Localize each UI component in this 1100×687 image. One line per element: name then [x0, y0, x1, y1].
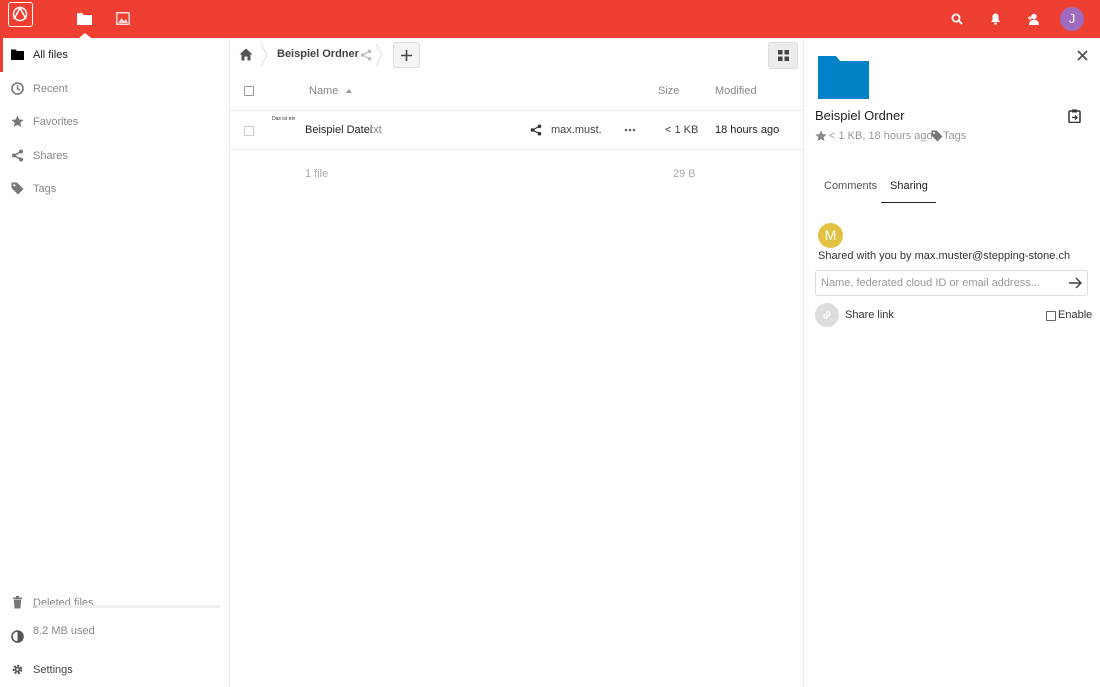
share-link-avatar	[815, 303, 839, 327]
file-thumbnail: Das ist ein	[272, 116, 296, 122]
summary-total-size: 29 B	[673, 168, 696, 180]
close-icon[interactable]	[1077, 50, 1088, 61]
top-header: J	[0, 0, 1100, 38]
active-tab-indicator	[881, 202, 936, 203]
enable-share-link-checkbox[interactable]	[1046, 311, 1056, 321]
quota-label: 8.2 MB used	[33, 625, 95, 637]
breadcrumb-separator-icon	[375, 43, 383, 67]
clipboard-icon[interactable]	[1068, 109, 1081, 123]
nav-shares-label: Shares	[33, 150, 68, 162]
nav-recent[interactable]: Recent	[0, 72, 229, 106]
nav-tags-label: Tags	[33, 183, 57, 195]
select-all-checkbox[interactable]	[244, 86, 254, 96]
column-header-size[interactable]: Size	[658, 85, 679, 97]
shared-with-you-text: Shared with you by max.muster@stepping-s…	[818, 250, 1071, 262]
trash-icon	[13, 596, 22, 609]
summary-file-count: 1 file	[305, 168, 329, 180]
share-icon	[12, 149, 23, 162]
folder-icon	[11, 49, 24, 60]
enable-label[interactable]: Enable	[1058, 309, 1092, 321]
shared-by-label[interactable]: max.must.	[551, 124, 602, 136]
details-title: Beispiel Ordner	[815, 108, 905, 123]
quota-info: 8.2 MB used	[0, 614, 229, 648]
folder-preview-icon	[818, 56, 869, 99]
column-header-modified[interactable]: Modified	[715, 85, 757, 97]
gallery-app-icon[interactable]	[116, 12, 130, 28]
new-file-button[interactable]	[393, 42, 420, 68]
bell-icon[interactable]	[990, 13, 1001, 28]
details-meta: < 1 KB, 18 hours ago	[829, 130, 933, 142]
search-icon[interactable]	[951, 13, 963, 28]
row-divider	[230, 149, 803, 150]
share-search-input[interactable]	[815, 270, 1088, 296]
clock-icon	[11, 82, 24, 95]
tab-comments[interactable]: Comments	[824, 180, 877, 192]
tag-icon[interactable]	[931, 130, 943, 142]
column-header-name[interactable]: Name	[309, 85, 338, 97]
nav-settings-label: Settings	[33, 664, 73, 676]
home-icon[interactable]	[239, 48, 253, 64]
quota-pie-icon	[11, 630, 24, 643]
logo-icon[interactable]	[8, 2, 33, 27]
tags-label[interactable]: Tags	[943, 130, 966, 142]
arrow-right-icon[interactable]	[1069, 277, 1082, 289]
gear-icon	[12, 664, 23, 675]
file-size: < 1 KB	[665, 124, 699, 136]
owner-avatar: M	[818, 223, 843, 248]
user-avatar[interactable]: J	[1060, 7, 1084, 31]
star-icon	[11, 115, 24, 127]
nav-shares[interactable]: Shares	[0, 139, 229, 173]
contacts-icon[interactable]	[1027, 13, 1040, 28]
row-share-icon[interactable]	[530, 124, 542, 136]
share-link-label: Share link	[845, 309, 894, 321]
nav-favorites-label: Favorites	[33, 116, 79, 128]
row-checkbox[interactable]	[244, 126, 254, 136]
nav-recent-label: Recent	[33, 83, 68, 95]
grid-icon	[778, 50, 789, 61]
file-modified: 18 hours ago	[715, 124, 780, 136]
file-name[interactable]: Beispiel Datei	[305, 124, 372, 136]
breadcrumb-folder[interactable]: Beispiel Ordner	[277, 48, 359, 60]
breadcrumb-separator-icon	[260, 43, 268, 67]
tag-icon	[11, 182, 24, 195]
nav-all-files[interactable]: All files	[0, 38, 229, 72]
nav-favorites[interactable]: Favorites	[0, 105, 229, 139]
plus-icon	[401, 50, 412, 61]
tab-sharing[interactable]: Sharing	[890, 180, 928, 192]
favorite-star-icon[interactable]	[815, 130, 827, 142]
nav-all-files-label: All files	[33, 49, 68, 61]
sort-asc-icon	[346, 89, 352, 93]
file-extension: .txt	[367, 124, 382, 136]
link-icon	[823, 311, 831, 319]
grid-view-toggle[interactable]	[768, 42, 798, 69]
nav-tags[interactable]: Tags	[0, 172, 229, 206]
files-app-icon[interactable]	[77, 12, 92, 28]
nav-settings[interactable]: Settings	[0, 653, 229, 687]
more-actions-icon[interactable]	[624, 128, 636, 132]
quota-progress-bar	[33, 605, 220, 608]
breadcrumb-share-icon[interactable]	[360, 49, 372, 61]
